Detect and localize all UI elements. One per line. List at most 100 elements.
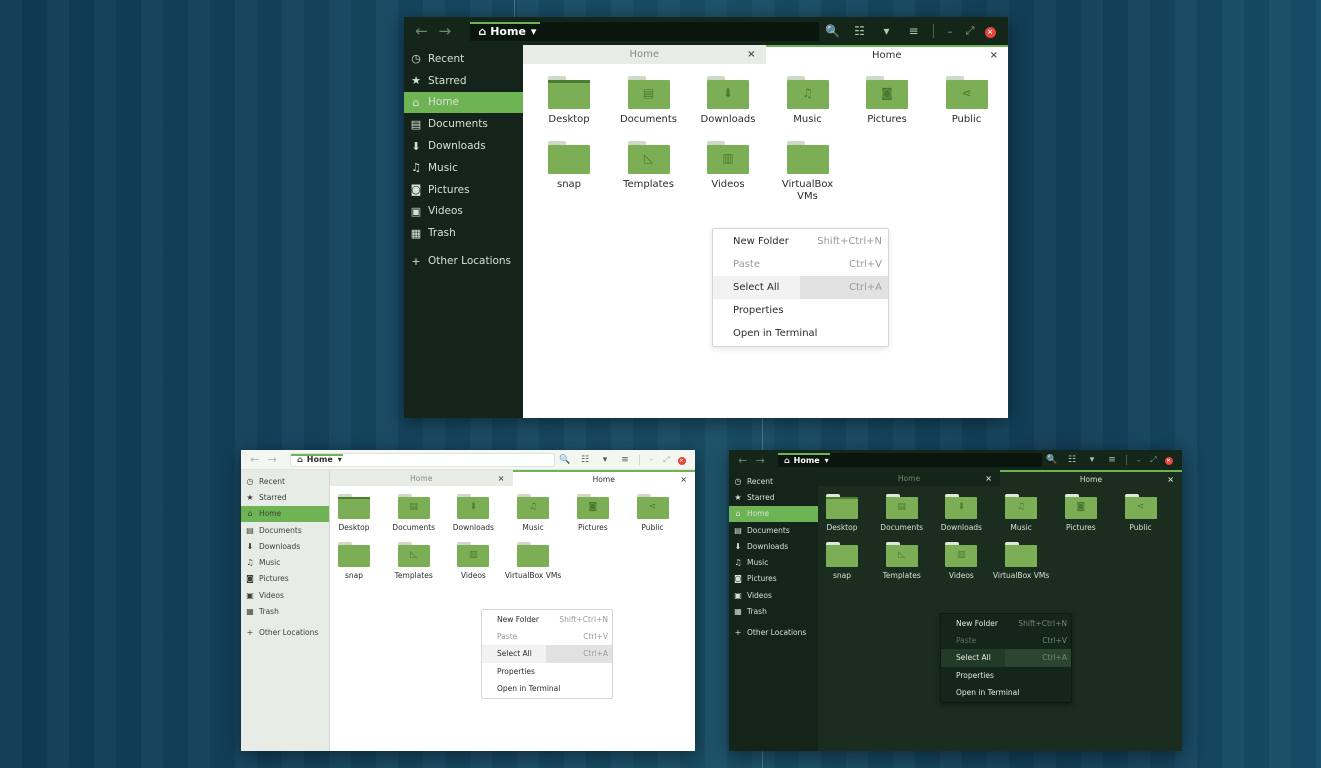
menu-item-select-all[interactable]: Select All Ctrl+A bbox=[482, 645, 612, 663]
folder-item-pictures[interactable]: ◙ Pictures bbox=[851, 76, 923, 126]
folder-item-downloads[interactable]: ⬇ Downloads bbox=[444, 494, 502, 532]
menu-item-new-folder[interactable]: New Folder Shift+Ctrl+N bbox=[713, 230, 888, 253]
menu-item-new-folder[interactable]: New Folder Shift+Ctrl+N bbox=[941, 615, 1071, 632]
menu-item-properties[interactable]: Properties bbox=[713, 299, 888, 322]
search-icon[interactable]: 🔍 bbox=[1042, 455, 1062, 465]
sidebar-item-downloads[interactable]: ⬇ Downloads bbox=[404, 135, 523, 157]
folder-item-templates[interactable]: ◺ Templates bbox=[873, 542, 931, 580]
maximize-icon[interactable]: ⤢ bbox=[659, 455, 674, 465]
folder-item-documents[interactable]: ▤ Documents bbox=[873, 494, 931, 532]
minimize-icon[interactable]: – bbox=[644, 455, 659, 464]
hamburger-menu-icon[interactable]: ≡ bbox=[900, 24, 927, 38]
folder-item-videos[interactable]: ▥ Videos bbox=[692, 141, 764, 191]
path-home-button[interactable]: ⌂ Home ▾ bbox=[470, 22, 536, 41]
folder-item-virtualbox-vms[interactable]: VirtualBox VMs bbox=[772, 141, 844, 203]
tab-home-2[interactable]: Home × bbox=[765, 45, 1008, 64]
tab-home-1[interactable]: Home × bbox=[523, 45, 766, 64]
folder-item-documents[interactable]: ▤ Documents bbox=[613, 76, 685, 126]
sidebar-item-trash[interactable]: ▦ Trash bbox=[729, 603, 818, 619]
sidebar-item-other-locations[interactable]: + Other Locations bbox=[729, 625, 818, 641]
close-icon[interactable]: × bbox=[984, 26, 996, 38]
folder-item-public[interactable]: ⋖ Public bbox=[931, 76, 1003, 126]
tab-home-1[interactable]: Home × bbox=[330, 470, 513, 486]
view-options-chevron-icon[interactable]: ▾ bbox=[873, 24, 900, 38]
forward-arrow-icon[interactable]: → bbox=[433, 22, 456, 40]
back-arrow-icon[interactable]: ← bbox=[734, 454, 751, 467]
folder-item-pictures[interactable]: ◙ Pictures bbox=[1052, 494, 1110, 532]
folder-item-desktop[interactable]: Desktop bbox=[533, 76, 605, 126]
folder-item-snap[interactable]: snap bbox=[533, 141, 605, 191]
search-icon[interactable]: 🔍 bbox=[819, 24, 846, 38]
tab-close-icon[interactable]: × bbox=[1167, 475, 1174, 484]
tab-home-2[interactable]: Home × bbox=[512, 470, 695, 486]
menu-item-select-all[interactable]: Select All Ctrl+A bbox=[713, 276, 888, 299]
sidebar-item-trash[interactable]: ▦ Trash bbox=[404, 222, 523, 244]
folder-item-videos[interactable]: ▥ Videos bbox=[444, 542, 502, 580]
tab-close-icon[interactable]: × bbox=[985, 474, 992, 483]
sidebar-item-starred[interactable]: ★ Starred bbox=[729, 489, 818, 505]
back-arrow-icon[interactable]: ← bbox=[410, 22, 433, 40]
forward-arrow-icon[interactable]: → bbox=[264, 453, 282, 466]
tab-close-icon[interactable]: × bbox=[498, 474, 505, 483]
sidebar-item-home[interactable]: ⌂ Home bbox=[729, 505, 818, 522]
view-list-icon[interactable]: ☷ bbox=[575, 455, 595, 465]
view-list-icon[interactable]: ☷ bbox=[846, 24, 873, 38]
sidebar-item-pictures[interactable]: ◙ Pictures bbox=[241, 571, 329, 587]
maximize-icon[interactable]: ⤢ bbox=[1146, 455, 1161, 465]
folder-item-virtualbox-vms[interactable]: VirtualBox VMs bbox=[504, 542, 562, 580]
sidebar-item-other-locations[interactable]: + Other Locations bbox=[404, 250, 523, 272]
sidebar-item-starred[interactable]: ★ Starred bbox=[241, 489, 329, 505]
forward-arrow-icon[interactable]: → bbox=[751, 454, 768, 467]
path-home-button[interactable]: ⌂ Home ▾ bbox=[778, 453, 829, 467]
menu-item-properties[interactable]: Properties bbox=[482, 663, 612, 680]
sidebar-item-pictures[interactable]: ◙ Pictures bbox=[404, 179, 523, 201]
sidebar-item-music[interactable]: ♫ Music bbox=[729, 554, 818, 570]
sidebar-item-documents[interactable]: ▤ Documents bbox=[241, 522, 329, 538]
sidebar-item-downloads[interactable]: ⬇ Downloads bbox=[729, 538, 818, 554]
folder-item-videos[interactable]: ▥ Videos bbox=[932, 542, 990, 580]
folder-item-documents[interactable]: ▤ Documents bbox=[385, 494, 443, 532]
minimize-icon[interactable]: – bbox=[940, 25, 960, 38]
menu-item-properties[interactable]: Properties bbox=[941, 667, 1071, 684]
folder-item-downloads[interactable]: ⬇ Downloads bbox=[932, 494, 990, 532]
menu-item-new-folder[interactable]: New Folder Shift+Ctrl+N bbox=[482, 611, 612, 628]
sidebar-item-recent[interactable]: ◷ Recent bbox=[241, 473, 329, 489]
hamburger-menu-icon[interactable]: ≡ bbox=[615, 455, 635, 465]
menu-item-open-in-terminal[interactable]: Open in Terminal bbox=[941, 684, 1071, 701]
sidebar-item-videos[interactable]: ▣ Videos bbox=[241, 587, 329, 603]
sidebar-item-documents[interactable]: ▤ Documents bbox=[729, 522, 818, 538]
sidebar-item-starred[interactable]: ★ Starred bbox=[404, 70, 523, 92]
view-list-icon[interactable]: ☷ bbox=[1062, 455, 1082, 465]
search-icon[interactable]: 🔍 bbox=[555, 455, 575, 465]
folder-item-desktop[interactable]: Desktop bbox=[813, 494, 871, 532]
sidebar-item-videos[interactable]: ▣ Videos bbox=[404, 201, 523, 223]
tab-home-2[interactable]: Home × bbox=[1000, 470, 1182, 486]
menu-item-open-in-terminal[interactable]: Open in Terminal bbox=[713, 322, 888, 345]
sidebar-item-other-locations[interactable]: + Other Locations bbox=[241, 625, 329, 641]
folder-item-snap[interactable]: snap bbox=[325, 542, 383, 580]
folder-item-virtualbox-vms[interactable]: VirtualBox VMs bbox=[992, 542, 1050, 580]
tab-home-1[interactable]: Home × bbox=[818, 470, 1000, 486]
view-options-chevron-icon[interactable]: ▾ bbox=[595, 455, 615, 465]
sidebar-item-pictures[interactable]: ◙ Pictures bbox=[729, 571, 818, 587]
folder-item-public[interactable]: ⋖ Public bbox=[1112, 494, 1170, 532]
minimize-icon[interactable]: – bbox=[1131, 456, 1146, 465]
sidebar-item-home[interactable]: ⌂ Home bbox=[404, 91, 523, 114]
folder-item-pictures[interactable]: ◙ Pictures bbox=[564, 494, 622, 532]
sidebar-item-trash[interactable]: ▦ Trash bbox=[241, 603, 329, 619]
tab-close-icon[interactable]: × bbox=[680, 475, 687, 484]
sidebar-item-music[interactable]: ♫ Music bbox=[404, 157, 523, 179]
close-icon[interactable]: × bbox=[677, 456, 686, 465]
folder-item-templates[interactable]: ◺ Templates bbox=[385, 542, 443, 580]
back-arrow-icon[interactable]: ← bbox=[246, 453, 264, 466]
folder-item-templates[interactable]: ◺ Templates bbox=[613, 141, 685, 191]
folder-item-music[interactable]: ♫ Music bbox=[504, 494, 562, 532]
maximize-icon[interactable]: ⤢ bbox=[960, 24, 980, 38]
sidebar-item-home[interactable]: ⌂ Home bbox=[241, 505, 329, 522]
tab-close-icon[interactable]: × bbox=[990, 50, 998, 61]
sidebar-item-videos[interactable]: ▣ Videos bbox=[729, 587, 818, 603]
folder-item-downloads[interactable]: ⬇ Downloads bbox=[692, 76, 764, 126]
sidebar-item-recent[interactable]: ◷ Recent bbox=[729, 473, 818, 489]
sidebar-item-music[interactable]: ♫ Music bbox=[241, 554, 329, 570]
hamburger-menu-icon[interactable]: ≡ bbox=[1102, 455, 1122, 465]
